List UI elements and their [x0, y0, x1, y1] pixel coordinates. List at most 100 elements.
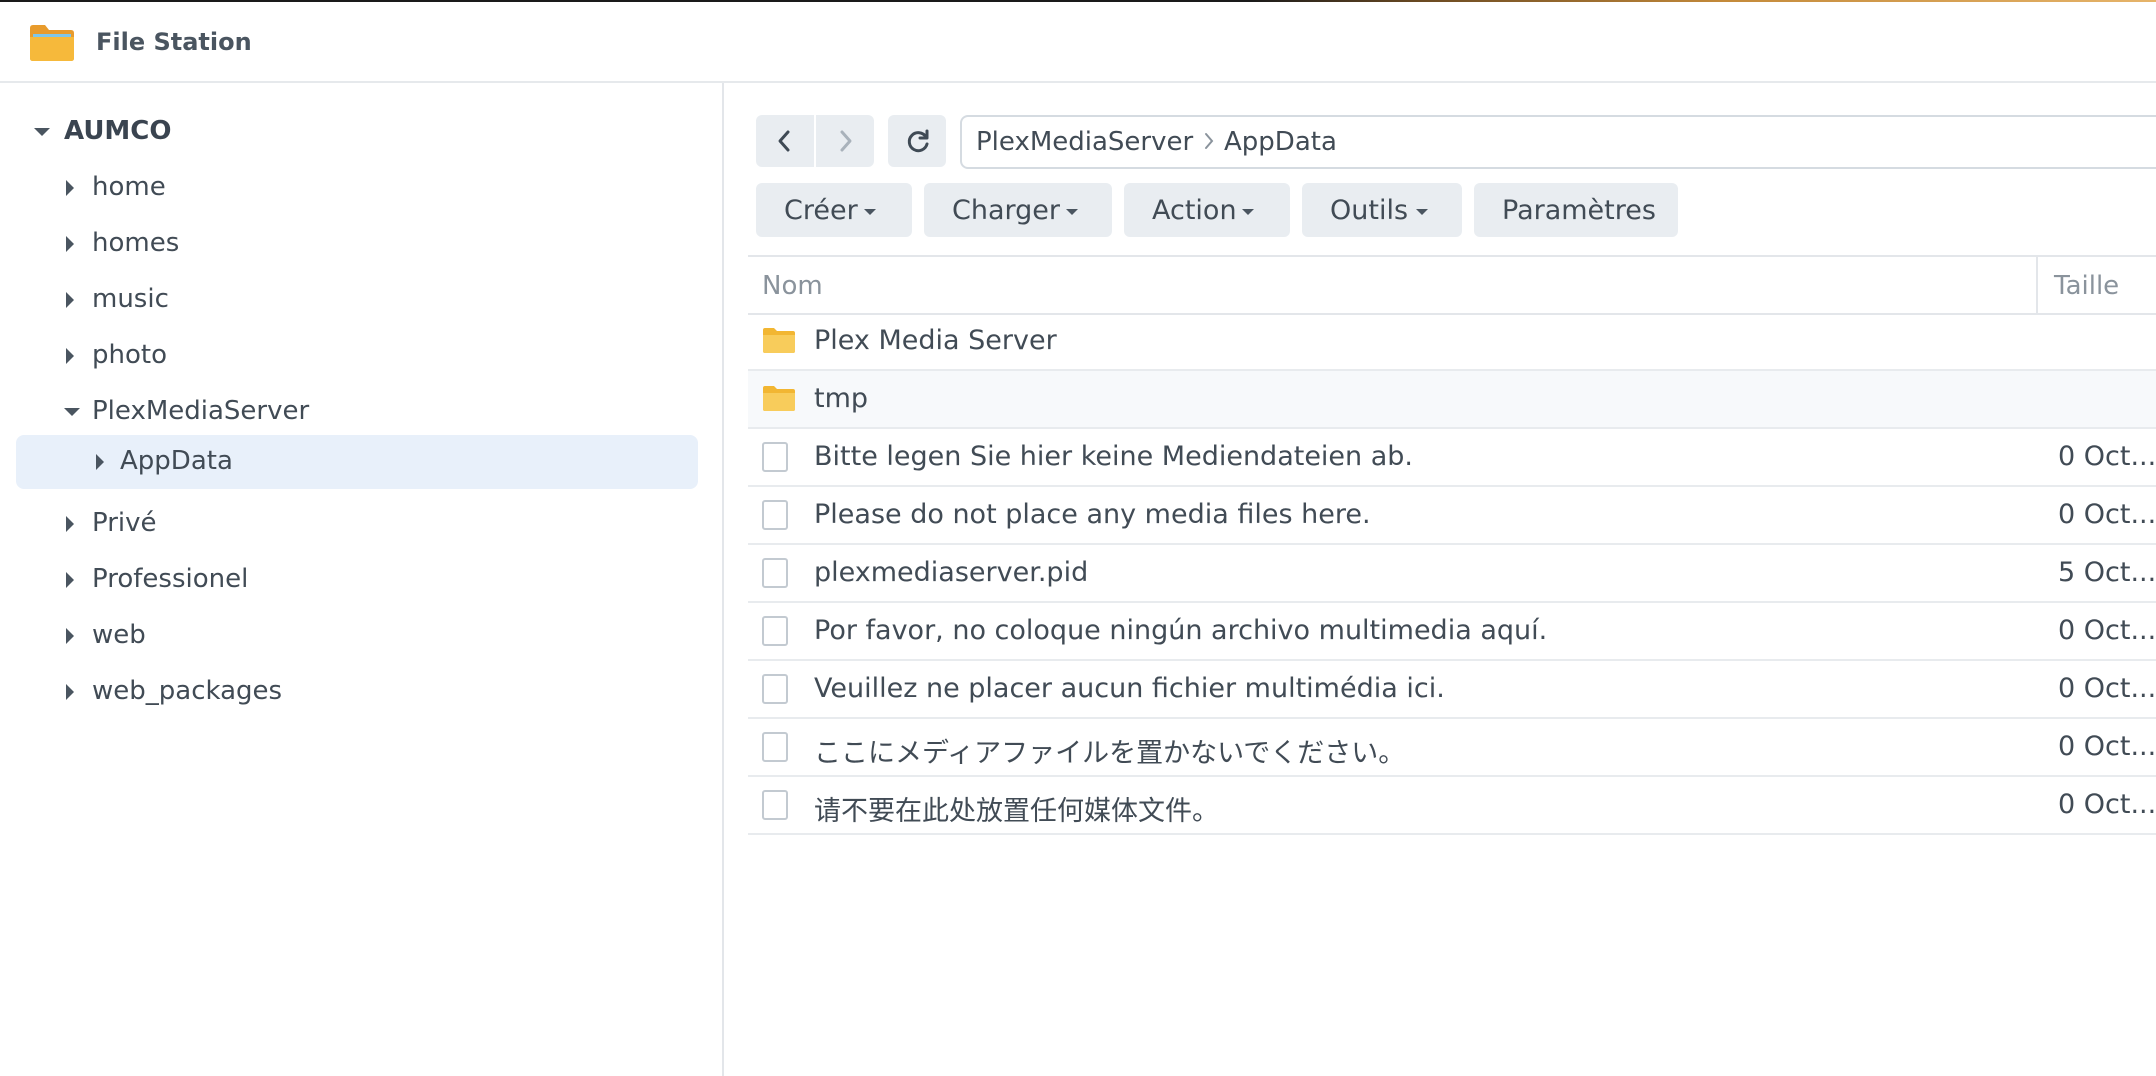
file-name: ここにメディアファイルを置かないでください。	[814, 738, 1406, 769]
column-header-name[interactable]: Nom	[762, 271, 823, 301]
tree-item-label: PlexMediaServer	[92, 396, 310, 426]
tree-item-label: music	[92, 284, 169, 314]
table-row[interactable]: Veuillez ne placer aucun fichier multimé…	[748, 661, 2156, 719]
file-name: Veuillez ne placer aucun fichier multimé…	[814, 673, 1445, 704]
refresh-icon	[907, 129, 929, 153]
folder-icon	[763, 386, 795, 411]
tree-item-label: web_packages	[92, 676, 283, 706]
tree-root-label: AUMCO	[64, 116, 172, 146]
create-button-label: Créer	[784, 195, 858, 226]
refresh-button[interactable]	[888, 115, 946, 167]
folder-app-icon	[30, 25, 74, 61]
caret-right-icon[interactable]	[66, 348, 74, 364]
table-row[interactable]: Bitte legen Sie hier keine Mediendateien…	[748, 429, 2156, 487]
caret-right-icon[interactable]	[66, 516, 74, 532]
tree-item-homes[interactable]: homes	[16, 217, 698, 271]
table-row[interactable]: plexmediaserver.pid 5 Oct...	[748, 545, 2156, 603]
tree-item-label: homes	[92, 228, 180, 258]
file-name: plexmediaserver.pid	[814, 557, 1089, 588]
file-name: 请不要在此处放置任何媒体文件。	[814, 796, 1219, 827]
action-button-label: Action	[1152, 195, 1237, 226]
file-icon	[762, 674, 788, 704]
file-name: tmp	[814, 383, 869, 414]
tools-button[interactable]: Outils	[1302, 183, 1462, 237]
chevron-down-icon	[1242, 209, 1254, 215]
tree-item-label: Privé	[92, 508, 157, 538]
file-name: Plex Media Server	[814, 325, 1057, 356]
tree-item-music[interactable]: music	[16, 273, 698, 327]
tree-item-web-packages[interactable]: web_packages	[16, 665, 698, 719]
caret-right-icon[interactable]	[66, 236, 74, 252]
tree-item-label: AppData	[120, 446, 233, 476]
column-header-size[interactable]: Taille	[2054, 271, 2119, 301]
tree-item-web[interactable]: web	[16, 609, 698, 663]
file-name: Please do not place any media files here…	[814, 499, 1371, 530]
breadcrumb-plexmediaserver[interactable]: PlexMediaServer	[976, 127, 1193, 157]
file-browser-main: PlexMediaServer AppData Créer Charger Ac…	[724, 83, 2156, 1076]
file-size: 0 Oct...	[2058, 615, 2156, 646]
app-title: File Station	[96, 28, 252, 56]
tree-item-prive[interactable]: Privé	[16, 497, 698, 551]
tree-item-plexmediaserver[interactable]: PlexMediaServer	[16, 385, 698, 439]
caret-right-icon[interactable]	[66, 572, 74, 588]
tree-item-label: photo	[92, 340, 167, 370]
file-size: 0 Oct...	[2058, 731, 2156, 762]
file-icon	[762, 558, 788, 588]
caret-down-icon[interactable]	[34, 128, 50, 136]
chevron-down-icon	[864, 209, 876, 215]
path-bar[interactable]: PlexMediaServer AppData	[960, 115, 2156, 169]
tools-button-label: Outils	[1330, 195, 1409, 226]
tree-item-home[interactable]: home	[16, 161, 698, 215]
file-icon	[762, 790, 788, 820]
table-row[interactable]: ここにメディアファイルを置かないでください。 0 Oct...	[748, 719, 2156, 777]
table-row[interactable]: Plex Media Server	[748, 313, 2156, 371]
caret-right-icon[interactable]	[66, 684, 74, 700]
tree-item-appdata[interactable]: AppData	[16, 435, 698, 489]
file-size: 0 Oct...	[2058, 789, 2156, 820]
title-bar: File Station	[0, 2, 2156, 83]
chevron-down-icon	[1066, 209, 1078, 215]
upload-button-label: Charger	[952, 195, 1060, 226]
breadcrumb-separator-icon	[1205, 133, 1214, 149]
table-row[interactable]: tmp	[748, 371, 2156, 429]
file-icon	[762, 616, 788, 646]
file-size: 0 Oct...	[2058, 673, 2156, 704]
file-name: Por favor, no coloque ningún archivo mul…	[814, 615, 1548, 646]
caret-right-icon[interactable]	[66, 292, 74, 308]
caret-right-icon[interactable]	[66, 628, 74, 644]
action-button[interactable]: Action	[1124, 183, 1290, 237]
chevron-right-icon	[840, 130, 852, 152]
folder-icon	[763, 328, 795, 353]
breadcrumb-appdata[interactable]: AppData	[1224, 127, 1337, 157]
tree-item-professionel[interactable]: Professionel	[16, 553, 698, 607]
file-name: Bitte legen Sie hier keine Mediendateien…	[814, 441, 1414, 472]
tree-item-label: home	[92, 172, 166, 202]
table-row[interactable]: Por favor, no coloque ningún archivo mul…	[748, 603, 2156, 661]
file-size: 5 Oct...	[2058, 557, 2156, 588]
upload-button[interactable]: Charger	[924, 183, 1112, 237]
tree-root-aumco[interactable]: AUMCO	[16, 105, 698, 159]
caret-right-icon[interactable]	[66, 180, 74, 196]
column-divider[interactable]	[2036, 257, 2038, 313]
settings-button[interactable]: Paramètres	[1474, 183, 1678, 237]
tree-item-photo[interactable]: photo	[16, 329, 698, 383]
tree-item-label: Professionel	[92, 564, 249, 594]
caret-right-icon[interactable]	[96, 454, 104, 470]
table-row[interactable]: 请不要在此处放置任何媒体文件。 0 Oct...	[748, 777, 2156, 835]
file-size: 0 Oct...	[2058, 441, 2156, 472]
caret-down-icon[interactable]	[64, 408, 80, 416]
create-button[interactable]: Créer	[756, 183, 912, 237]
forward-button[interactable]	[816, 115, 874, 167]
file-icon	[762, 500, 788, 530]
tree-item-label: web	[92, 620, 146, 650]
file-icon	[762, 442, 788, 472]
table-row[interactable]: Please do not place any media files here…	[748, 487, 2156, 545]
file-list-header: Nom Taille	[748, 255, 2156, 315]
folder-tree: AUMCO home homes music photo PlexMediaSe…	[0, 83, 724, 1076]
chevron-down-icon	[1416, 209, 1428, 215]
file-icon	[762, 732, 788, 762]
chevron-left-icon	[778, 130, 790, 152]
file-size: 0 Oct...	[2058, 499, 2156, 530]
settings-button-label: Paramètres	[1502, 195, 1656, 226]
back-button[interactable]	[756, 115, 814, 167]
